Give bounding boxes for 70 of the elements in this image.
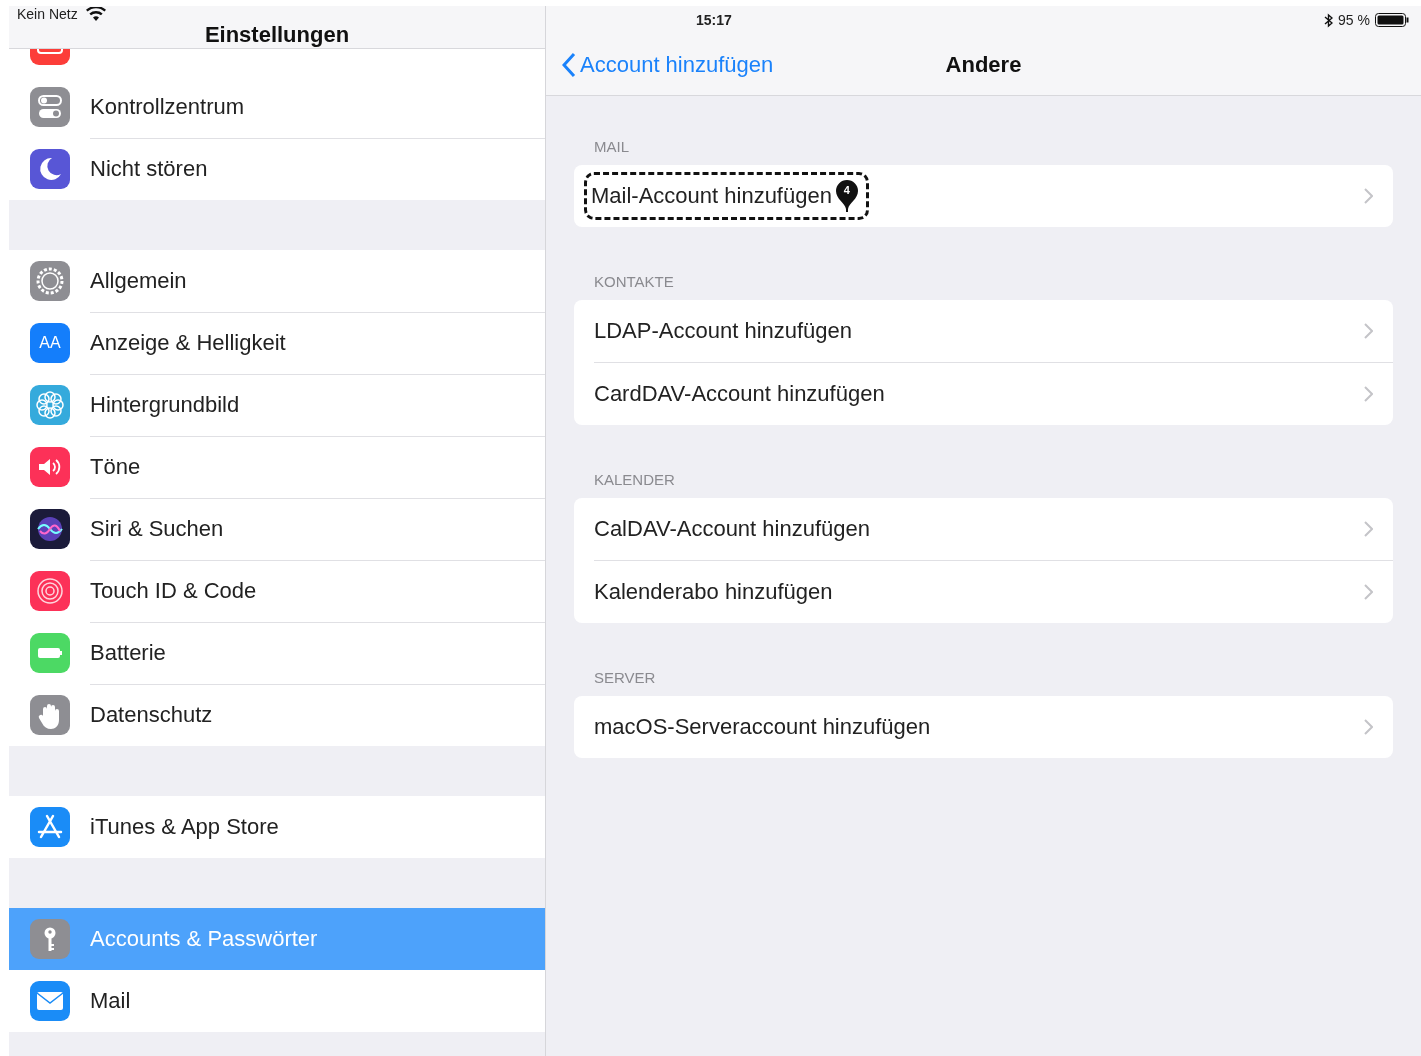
chevron-right-icon <box>1364 188 1373 204</box>
toggles-icon <box>30 87 70 127</box>
settings-row[interactable]: Touch ID & Code <box>9 560 545 622</box>
battery-percentage: 95 % <box>1338 12 1370 28</box>
chevron-right-icon <box>1364 719 1373 735</box>
list-row[interactable]: Kalenderabo hinzufügen <box>594 561 1393 623</box>
settings-row[interactable]: iTunes & App Store <box>9 796 545 858</box>
row-label: Allgemein <box>90 249 545 313</box>
section-header: MAIL <box>594 138 629 155</box>
row-label: CardDAV-Account hinzufügen <box>594 381 885 407</box>
row-label: iTunes & App Store <box>90 813 280 841</box>
row-label: Batterie <box>90 621 545 685</box>
row-label: CalDAV-Account hinzufügen <box>594 516 870 542</box>
section-header: KONTAKTE <box>594 273 674 290</box>
carrier-label: Kein Netz <box>17 6 78 22</box>
row-label: LDAP-Account hinzufügen <box>594 318 853 344</box>
row-label: Kontrollzentrum <box>90 75 545 139</box>
list-row[interactable]: LDAP-Account hinzufügen <box>594 300 1393 363</box>
section-header: SERVER <box>594 669 656 686</box>
step-pin: 4 <box>833 179 860 213</box>
list-row[interactable]: CardDAV-Account hinzufügen <box>594 363 1393 425</box>
chevron-left-icon <box>562 51 576 78</box>
hand-icon <box>30 695 70 735</box>
row-label: Datenschutz <box>90 701 214 729</box>
siri-icon <box>30 509 70 549</box>
fingerprint-icon <box>30 571 70 611</box>
flower-icon <box>30 385 70 425</box>
settings-row[interactable]: Siri & Suchen <box>9 498 545 560</box>
settings-row[interactable]: Hintergrundbild <box>9 374 545 436</box>
row-label: Töne <box>90 435 545 499</box>
envelope-icon <box>30 981 70 1021</box>
settings-row[interactable]: AA Anzeige & Helligkeit <box>9 312 545 374</box>
list-row[interactable]: Mail-Account hinzufügen 4 <box>594 165 1393 227</box>
row-label: Touch ID & Code <box>90 559 545 623</box>
row-label: Mail-Account hinzufügen <box>591 183 832 209</box>
gear-icon <box>30 261 70 301</box>
chevron-right-icon <box>1364 521 1373 537</box>
list-row[interactable]: macOS-Serveraccount hinzufügen <box>594 696 1393 758</box>
chevron-right-icon <box>1364 323 1373 339</box>
settings-row[interactable]: Batterie <box>9 622 545 684</box>
settings-row[interactable]: Datenschutz <box>9 684 545 746</box>
settings-row[interactable]: Mail <box>9 970 545 1032</box>
row-label: Accounts & Passwörter <box>90 925 319 953</box>
bluetooth-icon <box>1324 12 1334 28</box>
battery-icon <box>30 633 70 673</box>
chevron-right-icon <box>1364 584 1373 600</box>
row-label: Siri & Suchen <box>90 497 545 561</box>
row-label: Kalenderabo hinzufügen <box>594 579 833 605</box>
section-header: KALENDER <box>594 471 675 488</box>
list-row[interactable]: CalDAV-Account hinzufügen <box>594 498 1393 561</box>
row-label: Mail <box>90 987 132 1015</box>
sidebar-title: Einstellungen <box>204 22 350 48</box>
settings-row[interactable]: Töne <box>9 436 545 498</box>
moon-icon <box>30 149 70 189</box>
text-size-icon: AA <box>30 323 70 363</box>
battery-icon <box>1375 13 1409 27</box>
clock-time: 15:17 <box>696 12 732 28</box>
row-label: macOS-Serveraccount hinzufügen <box>594 714 931 740</box>
speaker-icon <box>30 447 70 487</box>
app-store-icon <box>30 807 70 847</box>
chevron-right-icon <box>1364 386 1373 402</box>
row-label: Anzeige & Helligkeit <box>90 311 545 375</box>
row-label: Hintergrundbild <box>90 373 545 437</box>
settings-row[interactable]: Allgemein <box>9 250 545 312</box>
key-icon <box>30 919 70 959</box>
settings-row[interactable]: Kontrollzentrum <box>9 76 545 138</box>
settings-row[interactable]: Nicht stören <box>9 138 545 200</box>
page-title: Andere <box>945 51 1022 77</box>
wifi-icon <box>85 7 106 21</box>
row-label: Nicht stören <box>90 155 209 183</box>
